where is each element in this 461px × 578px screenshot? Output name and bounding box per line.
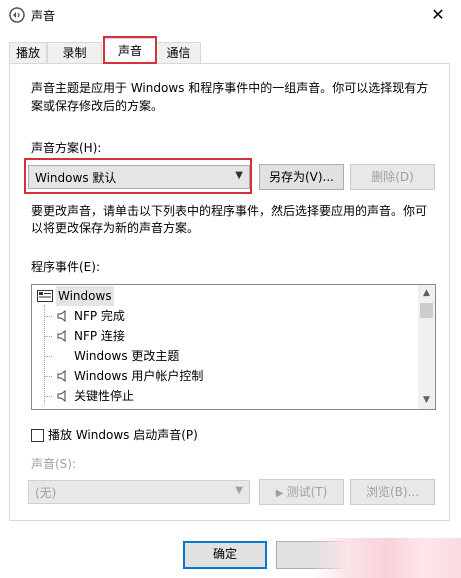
list-item[interactable]: NFP 完成 [32,306,412,326]
window-title: 声音 [31,9,56,23]
chevron-down-icon: ▼ [235,485,243,496]
watermark-overlay [311,538,461,578]
speaker-icon [57,370,66,382]
instructions-line1: 要更改声音，请单击以下列表中的程序事件，然后选择要应用的声音。你可 [31,204,428,218]
tab-recording[interactable]: 录制 [47,42,102,63]
startup-sound-checkbox[interactable] [31,429,44,442]
tab-sounds[interactable]: 声音 [104,38,156,63]
scheme-label: 声音方案(H): [31,141,102,155]
list-item[interactable]: NFP 连接 [32,326,412,346]
scroll-up-icon[interactable]: ▲ [418,285,435,302]
description-line1: 声音主题是应用于 Windows 和程序事件中的一组声音。你可以选择现有方 [31,81,429,95]
speaker-app-icon [9,7,25,23]
scheme-selected: Windows 默认 [35,171,117,185]
delete-button[interactable]: 删除(D) [350,164,435,190]
scroll-thumb[interactable] [420,303,433,318]
close-button[interactable]: ✕ [415,0,461,30]
title-bar: 声音 ✕ [0,0,461,30]
list-item[interactable]: 关键性停止 [32,386,412,406]
speaker-icon [57,310,66,322]
description-line2: 案或保存修改后的方案。 [31,99,164,113]
speaker-icon [57,330,66,342]
list-item[interactable]: Windows 用户帐户控制 [32,366,412,386]
ok-button[interactable]: 确定 [183,541,267,569]
scroll-down-icon[interactable]: ▼ [418,392,435,409]
events-scrollbar[interactable]: ▲ ▼ [418,285,435,409]
close-icon: ✕ [431,5,445,24]
tree-root-windows[interactable]: Windows [35,286,115,306]
play-icon: ▶ [275,488,287,499]
speaker-icon [57,390,66,402]
program-events-list[interactable]: Windows NFP 完成 NFP 连接 Windows 更改主题 Windo… [31,284,436,410]
chevron-down-icon: ▼ [235,170,243,181]
test-button[interactable]: ▶ 测试(T) [259,479,344,505]
list-item[interactable]: Windows 更改主题 [32,346,412,366]
tab-communications[interactable]: 通信 [156,42,201,63]
save-as-button[interactable]: 另存为(V)... [259,164,344,190]
events-label: 程序事件(E): [31,260,100,274]
scheme-dropdown[interactable]: Windows 默认 ▼ [28,165,250,189]
sound-label: 声音(S): [31,457,77,471]
window-icon [37,290,53,302]
browse-button[interactable]: 浏览(B)... [350,479,435,505]
tree-root-label: Windows [56,286,114,306]
sound-dropdown[interactable]: (无) ▼ [28,480,250,504]
startup-sound-label: 播放 Windows 启动声音(P) [48,428,198,442]
sound-selected: (无) [35,486,57,500]
tab-playback[interactable]: 播放 [9,42,47,63]
instructions-line2: 以将更改保存为新的声音方案。 [31,221,200,235]
